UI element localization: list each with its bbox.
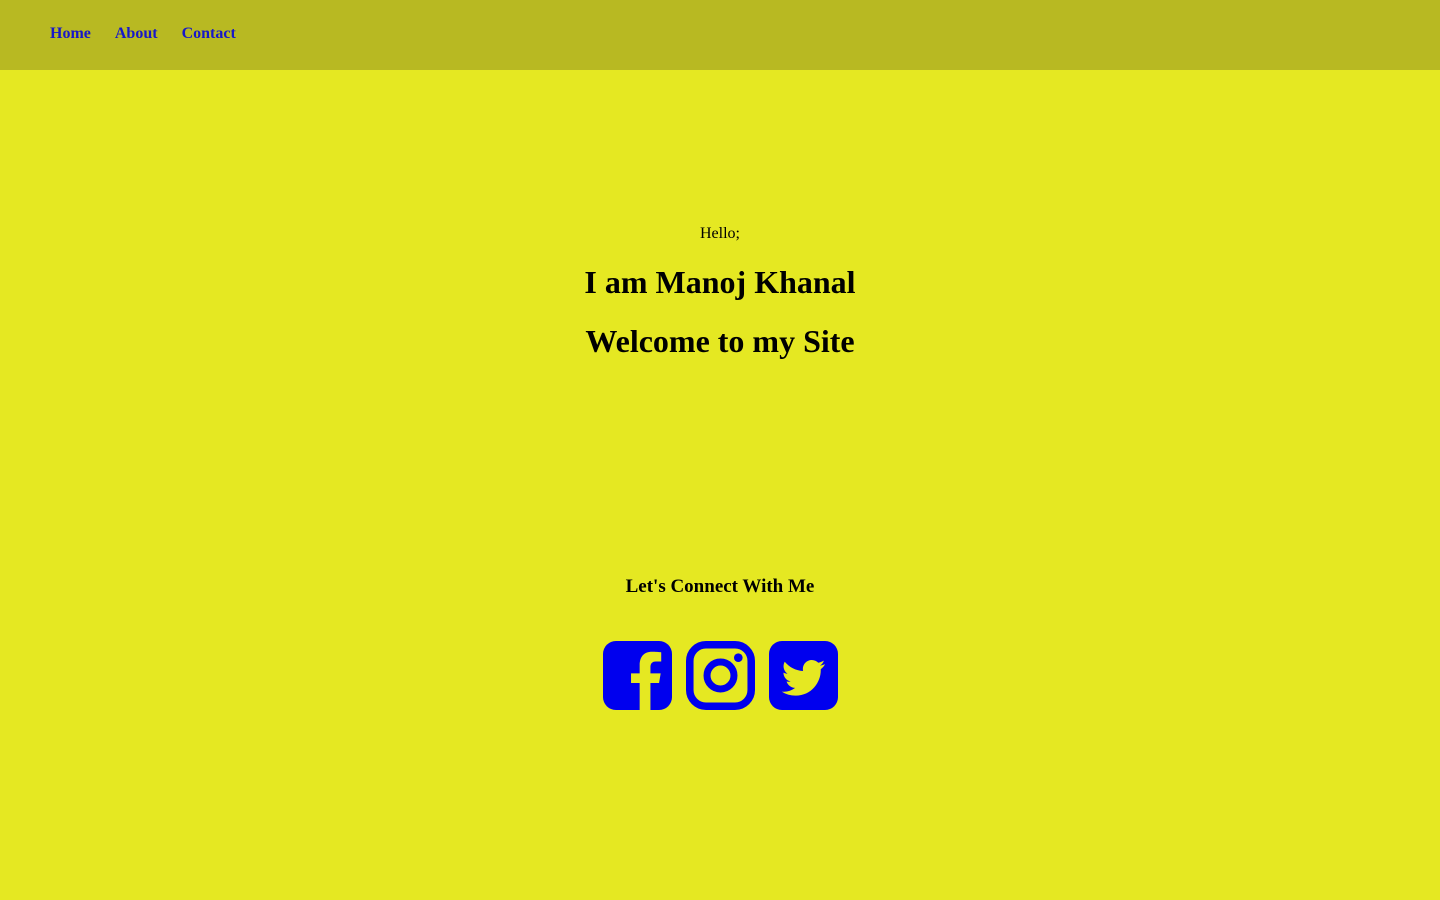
instagram-link[interactable]: [686, 641, 755, 710]
hero-subtitle: Welcome to my Site: [585, 323, 855, 359]
instagram-icon: [686, 641, 755, 710]
twitter-link[interactable]: [769, 641, 838, 710]
twitter-icon: [769, 641, 838, 710]
navbar: Home About Contact: [0, 0, 1440, 70]
greeting-text: Hello;: [700, 225, 740, 242]
nav-link-home[interactable]: Home: [50, 24, 91, 44]
facebook-link[interactable]: [603, 641, 672, 710]
connect-heading: Let's Connect With Me: [625, 576, 815, 597]
nav-links: Home About Contact: [50, 24, 236, 44]
facebook-icon: [603, 641, 672, 710]
nav-link-contact[interactable]: Contact: [182, 24, 236, 44]
hero-title: I am Manoj Khanal: [584, 264, 856, 300]
social-links: [603, 641, 838, 710]
nav-link-about[interactable]: About: [115, 24, 158, 44]
